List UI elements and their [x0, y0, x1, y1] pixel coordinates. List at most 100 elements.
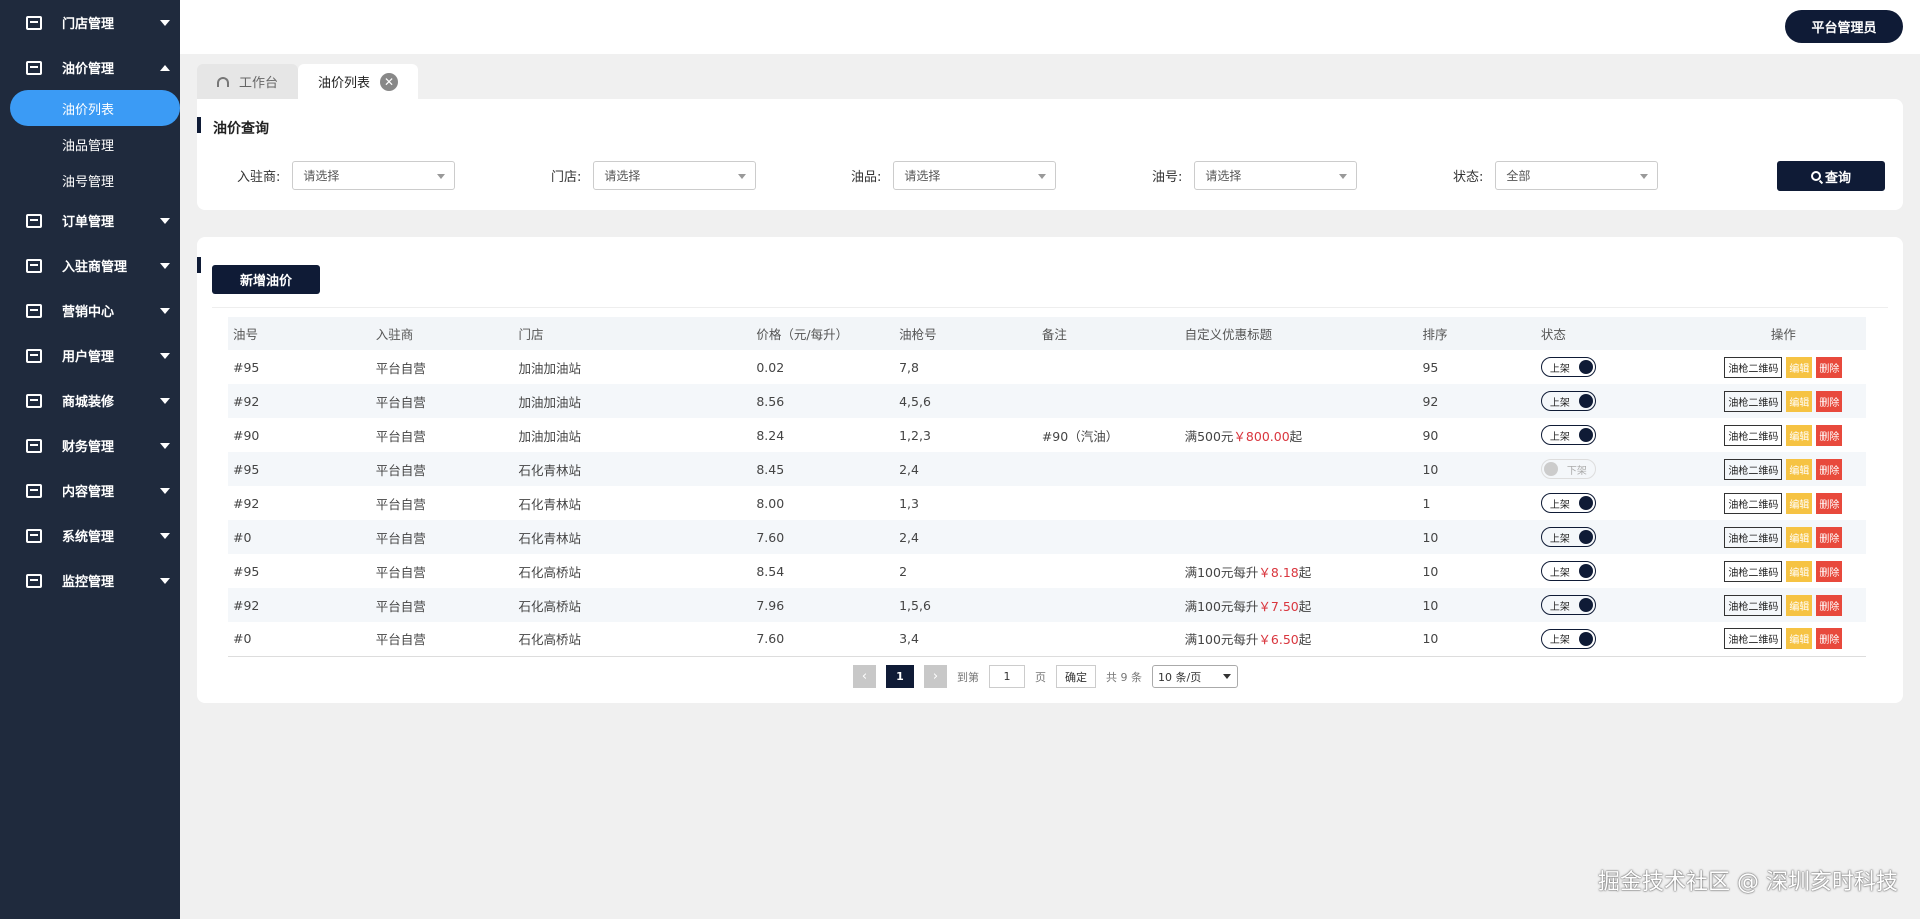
gun-qrcode-button[interactable]: 油枪二维码 — [1724, 594, 1783, 616]
gun-qrcode-button[interactable]: 油枪二维码 — [1724, 390, 1783, 412]
edit-button[interactable]: 编辑 — [1786, 424, 1813, 446]
oil-number-select[interactable]: 请选择 — [1194, 161, 1358, 190]
delete-button[interactable]: 删除 — [1816, 628, 1843, 650]
delete-button[interactable]: 删除 — [1816, 594, 1843, 616]
nav-mall-decoration[interactable]: 商城装修 — [0, 378, 180, 423]
status-toggle[interactable]: 上架 — [1540, 425, 1596, 445]
gun-qrcode-button[interactable]: 油枪二维码 — [1724, 492, 1783, 514]
oil-product-select[interactable]: 请选择 — [893, 161, 1057, 190]
delete-button[interactable]: 删除 — [1816, 424, 1843, 446]
nav-content-management[interactable]: 内容管理 — [0, 468, 180, 513]
nav-label: 内容管理 — [62, 485, 115, 500]
cell-status: 下架 — [1535, 452, 1696, 486]
nav-oil-price-management[interactable]: 油价管理 — [0, 45, 180, 90]
nav-marketing-center[interactable]: 营销中心 — [0, 288, 180, 333]
cell-store: 石化高桥站 — [513, 622, 752, 657]
nav-label: 订单管理 — [62, 215, 115, 230]
edit-button[interactable]: 编辑 — [1786, 526, 1813, 548]
page-1-button[interactable]: 1 — [886, 665, 914, 688]
status-select[interactable]: 全部 — [1495, 161, 1659, 190]
goto-page-input[interactable]: 1 — [989, 665, 1025, 688]
delete-button[interactable]: 删除 — [1816, 458, 1843, 480]
nav-finance-management[interactable]: 财务管理 — [0, 423, 180, 468]
delete-button[interactable]: 删除 — [1816, 492, 1843, 514]
status-toggle[interactable]: 上架 — [1540, 595, 1596, 615]
nav-system-management[interactable]: 系统管理 — [0, 513, 180, 558]
gun-qrcode-button[interactable]: 油枪二维码 — [1724, 560, 1783, 582]
sub-oil-price-list[interactable]: 油价列表 — [10, 90, 180, 126]
cell-guns: 2,4 — [894, 520, 1037, 554]
nav-store-management[interactable]: 门店管理 — [0, 0, 180, 45]
gun-qrcode-button[interactable]: 油枪二维码 — [1724, 356, 1783, 378]
cell-price: 8.56 — [751, 384, 895, 418]
merchant-select[interactable]: 请选择 — [292, 161, 456, 190]
tab-dashboard[interactable]: 工作台 — [197, 64, 299, 99]
edit-button[interactable]: 编辑 — [1786, 492, 1813, 514]
delete-button[interactable]: 删除 — [1816, 526, 1843, 548]
edit-button[interactable]: 编辑 — [1786, 458, 1813, 480]
gun-qrcode-button[interactable]: 油枪二维码 — [1724, 424, 1783, 446]
list-panel: 新增油价 油号 入驻商 门店 价格（元/每升） 油枪号 备注 自定义优惠标题 排… — [197, 237, 1903, 703]
nav-monitor-management[interactable]: 监控管理 — [0, 558, 180, 603]
goto-confirm-button[interactable]: 确定 — [1056, 665, 1096, 688]
status-toggle[interactable]: 上架 — [1540, 391, 1596, 411]
edit-button[interactable]: 编辑 — [1786, 560, 1813, 582]
nav-merchant-management[interactable]: 入驻商管理 — [0, 243, 180, 288]
row-actions: 油枪二维码 编辑 删除 — [1701, 628, 1866, 650]
close-icon[interactable]: ✕ — [380, 72, 399, 91]
status-toggle[interactable]: 上架 — [1540, 357, 1596, 377]
page-unit-label: 页 — [1035, 670, 1046, 684]
sub-oil-number-management[interactable]: 油号管理 — [0, 162, 180, 198]
caret-up-icon — [160, 65, 170, 71]
gun-qrcode-button[interactable]: 油枪二维码 — [1724, 628, 1783, 650]
cell-ops: 油枪二维码 编辑 删除 — [1696, 486, 1866, 520]
col-status: 状态 — [1535, 317, 1696, 350]
table-header: 油号 入驻商 门店 价格（元/每升） 油枪号 备注 自定义优惠标题 排序 状态 … — [228, 317, 1866, 350]
add-oil-price-button[interactable]: 新增油价 — [212, 265, 320, 294]
query-button[interactable]: 查询 — [1777, 161, 1885, 191]
cell-status: 上架 — [1536, 486, 1696, 520]
prev-page-button[interactable]: ‹ — [853, 665, 876, 688]
table-row: #0 平台自营 石化高桥站 7.60 3,4 满100元每升￥6.50起 10 上架 油枪二维码… — [228, 622, 1866, 657]
status-toggle[interactable]: 上架 — [1540, 493, 1596, 513]
sub-oil-product-management[interactable]: 油品管理 — [0, 126, 180, 162]
tab-oil-price-list[interactable]: 油价列表 ✕ — [298, 64, 419, 99]
edit-button[interactable]: 编辑 — [1786, 594, 1813, 616]
cell-note — [1036, 452, 1180, 486]
caret-down-icon — [160, 398, 170, 404]
row-actions: 油枪二维码 编辑 删除 — [1701, 594, 1866, 616]
status-label: 上架 — [1549, 567, 1570, 579]
admin-button[interactable]: 平台管理员 — [1785, 10, 1903, 43]
gun-qrcode-button[interactable]: 油枪二维码 — [1724, 458, 1783, 480]
page-size-select[interactable]: 10 条/页 — [1152, 665, 1238, 688]
delete-button[interactable]: 删除 — [1816, 356, 1843, 378]
delete-button[interactable]: 删除 — [1816, 560, 1843, 582]
cell-oil-number: #0 — [228, 520, 371, 554]
cell-sort: 90 — [1422, 427, 1439, 443]
nav-order-management[interactable]: 订单管理 — [0, 198, 180, 243]
edit-button[interactable]: 编辑 — [1786, 356, 1813, 378]
nav-user-management[interactable]: 用户管理 — [0, 333, 180, 378]
store-icon — [26, 15, 42, 30]
status-toggle[interactable]: 上架 — [1540, 628, 1596, 649]
store-select[interactable]: 请选择 — [593, 161, 757, 190]
next-page-button[interactable]: › — [924, 665, 947, 688]
status-toggle[interactable]: 上架 — [1540, 561, 1596, 581]
caret-down-icon — [160, 353, 170, 359]
toggle-knob — [1578, 530, 1593, 544]
gun-qrcode-button[interactable]: 油枪二维码 — [1724, 526, 1783, 548]
cell-merchant: 平台自营 — [370, 588, 514, 622]
cell-ops: 油枪二维码 编辑 删除 — [1695, 384, 1866, 418]
cell-merchant: 平台自营 — [370, 520, 514, 554]
status-toggle[interactable]: 上架 — [1540, 527, 1596, 547]
toggle-knob — [1578, 496, 1593, 510]
delete-button[interactable]: 删除 — [1816, 390, 1843, 412]
top-bar: 平台管理员 — [180, 0, 1920, 54]
cell-store: 石化高桥站 — [518, 564, 581, 580]
edit-button[interactable]: 编辑 — [1786, 628, 1813, 650]
row-actions: 油枪二维码 编辑 删除 — [1701, 356, 1866, 378]
edit-button[interactable]: 编辑 — [1786, 390, 1813, 412]
finance-icon — [26, 438, 42, 453]
cell-merchant: 平台自营 — [375, 428, 426, 444]
status-toggle[interactable]: 下架 — [1540, 459, 1596, 479]
